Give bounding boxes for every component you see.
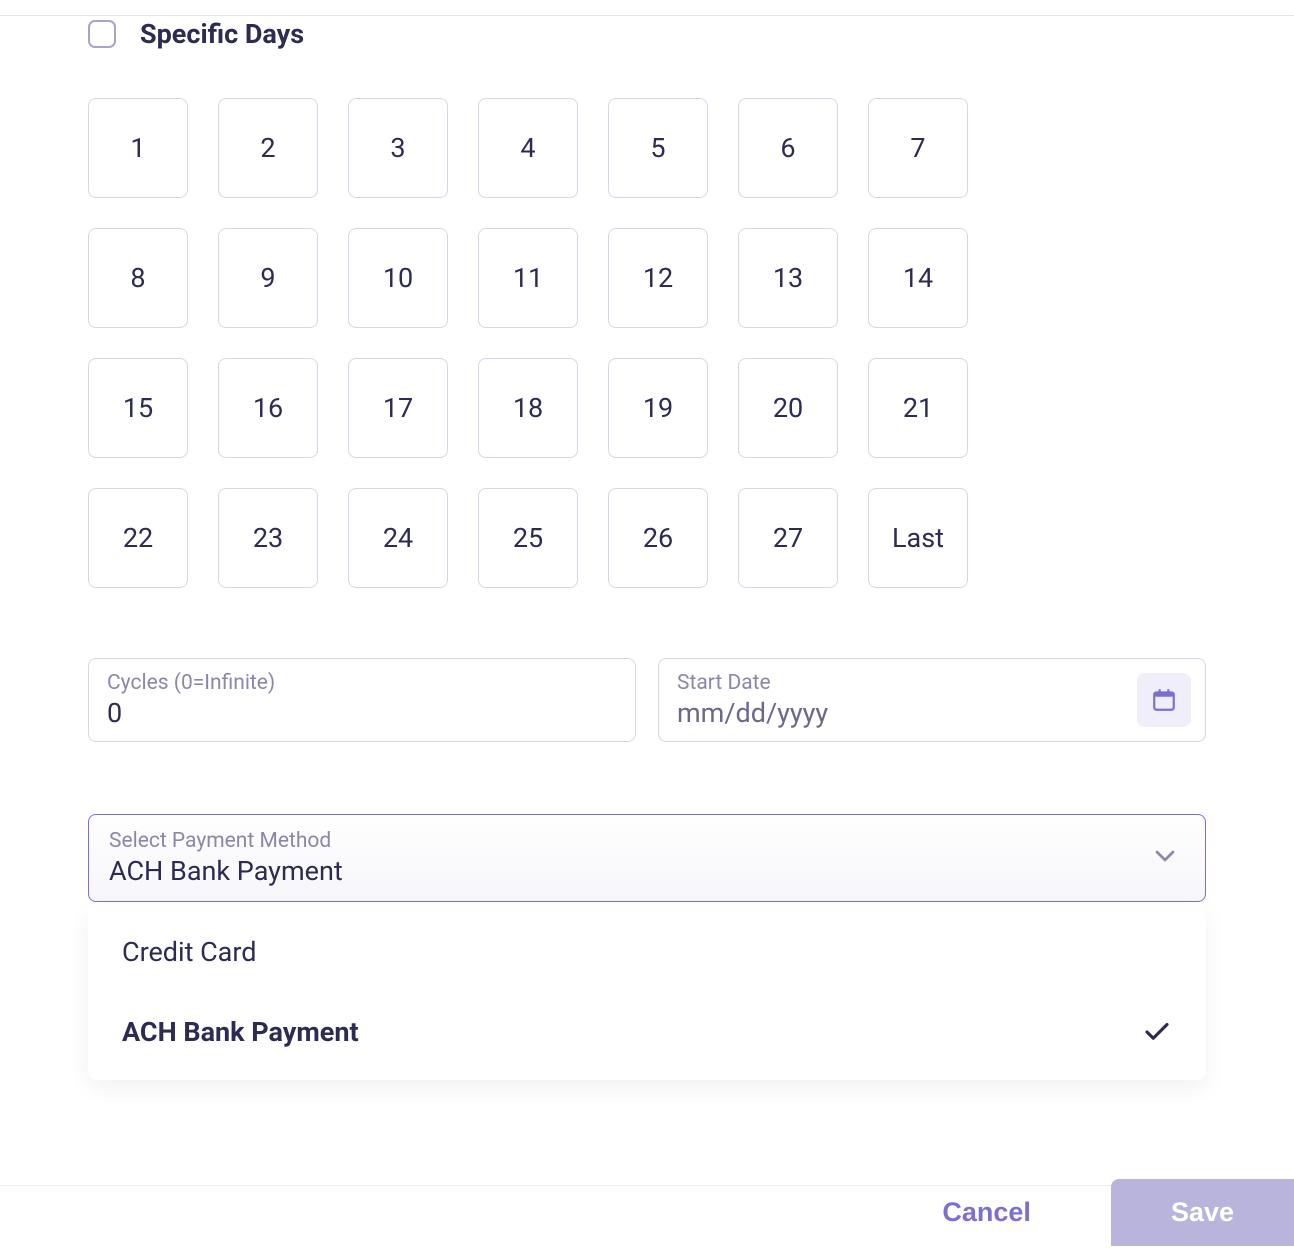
cancel-button[interactable]: Cancel [902, 1187, 1071, 1238]
day-cell[interactable]: 20 [738, 358, 838, 458]
day-cell[interactable]: Last [868, 488, 968, 588]
payment-method-label: Select Payment Method [109, 829, 1185, 853]
day-cell[interactable]: 16 [218, 358, 318, 458]
chevron-down-icon [1149, 840, 1181, 876]
check-icon [1142, 1017, 1172, 1047]
day-cell[interactable]: 17 [348, 358, 448, 458]
payment-method-dropdown: Credit Card ACH Bank Payment [88, 904, 1206, 1080]
cycles-value[interactable]: 0 [107, 697, 617, 729]
day-cell[interactable]: 14 [868, 228, 968, 328]
cycles-input-group[interactable]: Cycles (0=Infinite) 0 [88, 658, 636, 742]
day-cell[interactable]: 1 [88, 98, 188, 198]
day-cell[interactable]: 19 [608, 358, 708, 458]
day-cell[interactable]: 21 [868, 358, 968, 458]
day-cell[interactable]: 3 [348, 98, 448, 198]
inputs-row: Cycles (0=Infinite) 0 Start Date mm/dd/y… [88, 658, 1206, 742]
day-cell[interactable]: 27 [738, 488, 838, 588]
specific-days-checkbox[interactable] [88, 20, 116, 48]
start-date-value[interactable]: mm/dd/yyyy [677, 697, 1187, 729]
day-cell[interactable]: 12 [608, 228, 708, 328]
day-cell[interactable]: 4 [478, 98, 578, 198]
day-cell[interactable]: 10 [348, 228, 448, 328]
dropdown-option-label: Credit Card [122, 936, 257, 968]
payment-method-value: ACH Bank Payment [109, 855, 1185, 887]
cycles-label: Cycles (0=Infinite) [107, 671, 617, 695]
divider-line [0, 15, 1294, 16]
calendar-icon-button[interactable] [1137, 673, 1191, 727]
day-cell[interactable]: 25 [478, 488, 578, 588]
bottom-actions: Cancel Save [0, 1185, 1294, 1255]
save-button[interactable]: Save [1111, 1179, 1294, 1246]
day-cell[interactable]: 24 [348, 488, 448, 588]
payment-method-select[interactable]: Select Payment Method ACH Bank Payment [88, 814, 1206, 902]
day-cell[interactable]: 7 [868, 98, 968, 198]
day-cell[interactable]: 11 [478, 228, 578, 328]
specific-days-label: Specific Days [140, 18, 304, 50]
day-cell[interactable]: 22 [88, 488, 188, 588]
days-grid: 1 2 3 4 5 6 7 8 9 10 11 12 13 14 15 16 1… [88, 98, 1206, 588]
start-date-label: Start Date [677, 671, 1187, 695]
day-cell[interactable]: 5 [608, 98, 708, 198]
day-cell[interactable]: 9 [218, 228, 318, 328]
dropdown-option-label: ACH Bank Payment [122, 1016, 359, 1048]
start-date-input-group[interactable]: Start Date mm/dd/yyyy [658, 658, 1206, 742]
day-cell[interactable]: 8 [88, 228, 188, 328]
day-cell[interactable]: 15 [88, 358, 188, 458]
day-cell[interactable]: 18 [478, 358, 578, 458]
day-cell[interactable]: 13 [738, 228, 838, 328]
day-cell[interactable]: 2 [218, 98, 318, 198]
day-cell[interactable]: 26 [608, 488, 708, 588]
specific-days-row: Specific Days [88, 0, 1206, 50]
calendar-icon [1151, 687, 1177, 713]
dropdown-option-ach[interactable]: ACH Bank Payment [88, 992, 1206, 1072]
day-cell[interactable]: 23 [218, 488, 318, 588]
dropdown-option-credit-card[interactable]: Credit Card [88, 912, 1206, 992]
day-cell[interactable]: 6 [738, 98, 838, 198]
